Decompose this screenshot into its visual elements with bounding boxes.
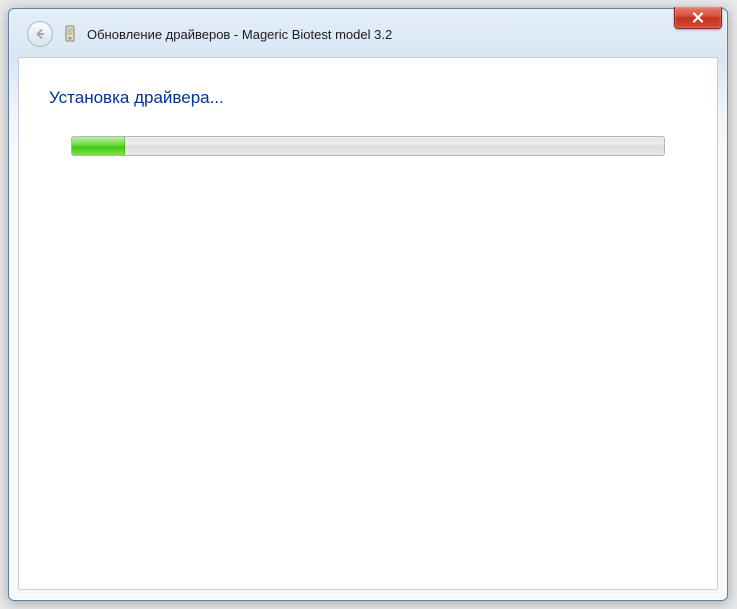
back-button[interactable] (27, 21, 53, 47)
back-arrow-icon (33, 27, 47, 41)
progress-bar (71, 136, 665, 156)
progress-container (71, 136, 665, 156)
window-shadow-frame: Обновление драйверов - Mageric Biotest m… (0, 0, 737, 609)
progress-fill (72, 137, 125, 155)
window-title: Обновление драйверов - Mageric Biotest m… (87, 27, 392, 42)
titlebar: Обновление драйверов - Mageric Biotest m… (9, 9, 727, 49)
content-panel: Установка драйвера... (18, 57, 718, 590)
main-heading: Установка драйвера... (49, 88, 687, 108)
device-icon (63, 25, 77, 43)
dialog-window: Обновление драйверов - Mageric Biotest m… (8, 8, 728, 601)
